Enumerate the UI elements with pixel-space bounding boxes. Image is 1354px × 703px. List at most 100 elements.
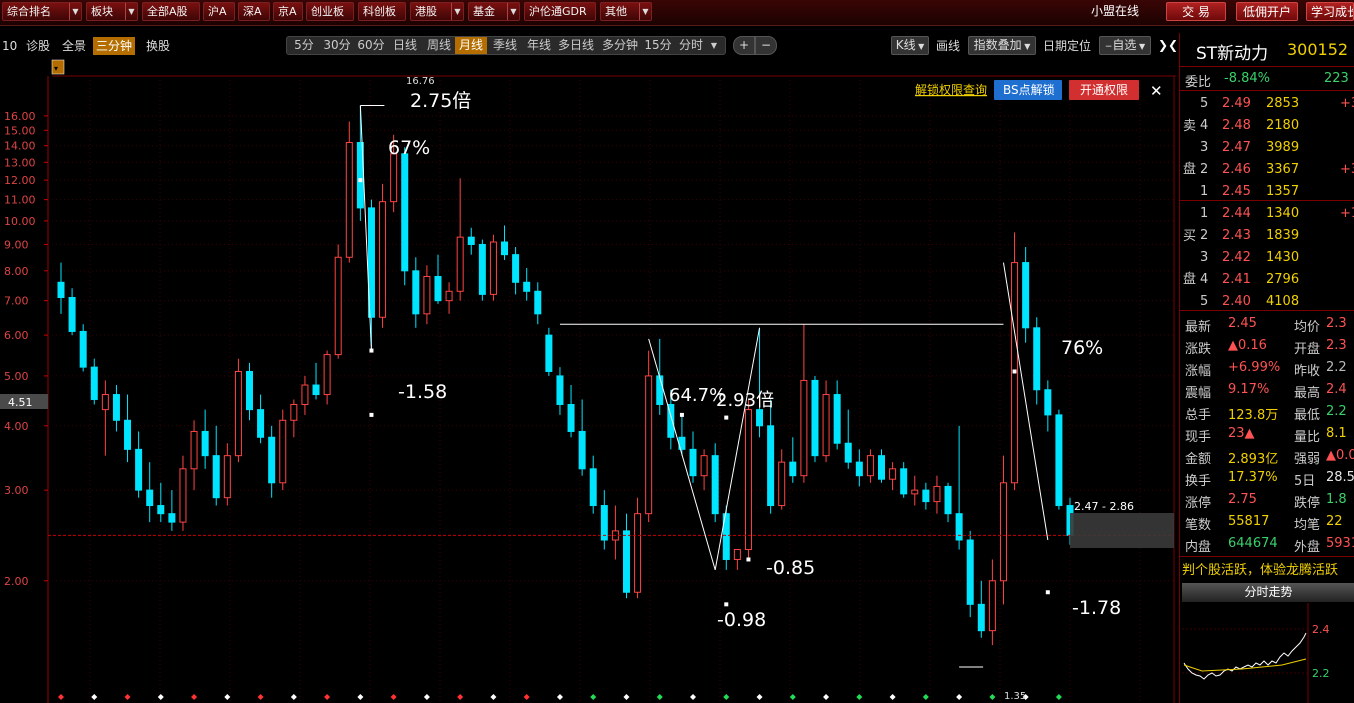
menu-label: 基金 [473, 5, 495, 18]
period-day[interactable]: 日线 [389, 37, 421, 54]
period-selector: 5分 30分 60分 日线 周线 月线 季线 年线 多日线 多分钟 15分 分时… [286, 36, 726, 55]
candle-body [711, 455, 719, 515]
buy-level-row[interactable]: 1 2.44 1340 +1 [1180, 203, 1354, 225]
candle-body [966, 539, 974, 605]
close-icon[interactable]: ✕ [1150, 82, 1163, 100]
candle[interactable] [401, 147, 409, 286]
price-range-box [1070, 513, 1174, 548]
period-year[interactable]: 年线 [523, 37, 555, 54]
level-price: 2.49 [1222, 96, 1251, 111]
toolbar-item-quanjing[interactable]: 全景 [62, 37, 86, 55]
unlock-query-link[interactable]: 解锁权限查询 [915, 82, 987, 97]
menu-label: 沪伦通GDR [529, 5, 587, 18]
signal-point [369, 412, 374, 417]
level-price: 2.40 [1222, 294, 1251, 309]
menu-hu-a[interactable]: 沪A [203, 2, 235, 21]
candle[interactable] [334, 244, 342, 359]
candle[interactable] [645, 350, 653, 523]
stat-value: 2.893亿 [1228, 452, 1279, 467]
sell-level-row[interactable]: 4 2.48 2180 [1180, 115, 1354, 137]
toolbar-item-zhengu[interactable]: 诊股 [26, 37, 50, 55]
period-15min[interactable]: 15分 [643, 37, 673, 54]
buy-level-row[interactable]: 3 2.42 1430 [1180, 247, 1354, 269]
sell-level-row[interactable]: 5 2.49 2853 +3 [1180, 93, 1354, 115]
period-intraday[interactable]: 分时 [677, 37, 705, 54]
stock-name: ST新动力 [1196, 44, 1269, 64]
date-locate-button[interactable]: 日期定位 [1043, 37, 1091, 55]
menu-zonghe[interactable]: 综合排名 ▼ [2, 2, 82, 21]
sell-level-row[interactable]: 2 2.46 3367 +3 [1180, 159, 1354, 181]
menu-jing-a[interactable]: 京A [273, 2, 303, 21]
stat-label: 均价 [1294, 320, 1321, 335]
open-account-button[interactable]: 低佣开户 [1236, 2, 1298, 21]
self-select-button[interactable]: −自选 ▼ [1099, 36, 1151, 55]
menu-chuangye[interactable]: 创业板 [306, 2, 354, 21]
y-tick-label: 3.00 [4, 484, 29, 497]
period-30min[interactable]: 30分 [321, 37, 353, 54]
candle[interactable] [1011, 232, 1019, 491]
chevron-down-icon[interactable]: ▼ [707, 37, 721, 54]
open-permission-button[interactable]: 开通权限 [1080, 83, 1128, 97]
menu-other[interactable]: 其他 ▼ [600, 2, 652, 21]
bs-unlock-button[interactable]: BS点解锁 [1003, 82, 1055, 97]
period-multiday[interactable]: 多日线 [555, 37, 597, 54]
candle[interactable] [489, 234, 497, 301]
level-number: 3 [1200, 140, 1209, 155]
candle[interactable] [966, 530, 974, 618]
menu-label: 港股 [415, 5, 437, 18]
candle-body [977, 603, 985, 632]
candle-body [201, 430, 209, 457]
toolbar-item-huangu[interactable]: 换股 [146, 37, 170, 55]
toolbar-item-sanfenzhong[interactable]: 三分钟 [93, 37, 136, 55]
menu-bankuai[interactable]: 板块 ▼ [86, 2, 138, 21]
candle[interactable] [279, 409, 287, 491]
candle[interactable] [234, 358, 242, 463]
candle[interactable] [79, 324, 87, 372]
stat-row: 震幅 9.17% 最高 2.4 [1180, 379, 1354, 401]
stat-row: 总手 123.8万 最低 2.2 [1180, 401, 1354, 423]
index-overlay-button[interactable]: 指数叠加 ▼ [968, 36, 1036, 55]
buy-level-row[interactable]: 2 2.43 1839 [1180, 225, 1354, 247]
period-60min[interactable]: 60分 [355, 37, 387, 54]
menu-ganggu[interactable]: 港股 ▼ [410, 2, 464, 21]
candle[interactable] [345, 121, 353, 263]
learn-button[interactable]: 学习成长 [1306, 2, 1354, 21]
candle-body [523, 281, 531, 292]
y-tick-label: 4.00 [4, 420, 29, 433]
candle-body [279, 419, 287, 484]
toolbar-item-10[interactable]: 10 [2, 37, 17, 55]
menu-shen-a[interactable]: 深A [238, 2, 270, 21]
collapse-panel-icon[interactable]: ❯❮ [1158, 36, 1178, 54]
period-multiminute[interactable]: 多分钟 [599, 37, 641, 54]
buy-level-row[interactable]: 4 2.41 2796 [1180, 269, 1354, 291]
period-week[interactable]: 周线 [423, 37, 455, 54]
candle[interactable] [478, 239, 486, 301]
menu-hulun[interactable]: 沪伦通GDR [524, 2, 596, 21]
level-volume: 2180 [1266, 118, 1300, 133]
period-month[interactable]: 月线 [455, 37, 487, 54]
stat-value: 2.3 [1326, 338, 1347, 353]
sell-level-row[interactable]: 3 2.47 3989 [1180, 137, 1354, 159]
kline-chart[interactable]: ▾ 16.0015.00 14.00 13.00 12.00 11.00 10.00 9.0… [0, 58, 1176, 703]
stat-label: 震幅 [1185, 386, 1212, 401]
candle[interactable] [1055, 409, 1063, 510]
menu-jijin[interactable]: 基金 ▼ [468, 2, 520, 21]
annotation-high-price: 16.76 [406, 76, 435, 87]
zoom-in-button[interactable]: + [733, 36, 755, 55]
menu-all-a[interactable]: 全部A股 [142, 2, 200, 21]
zoom-out-button[interactable]: − [755, 36, 777, 55]
period-quarter[interactable]: 季线 [489, 37, 521, 54]
candle[interactable] [545, 327, 553, 376]
stock-header: ST新动力 300152 [1180, 33, 1354, 65]
candle[interactable] [379, 183, 387, 328]
annotation-drop-4: -1.78 [1072, 597, 1121, 619]
menu-kechuang[interactable]: 科创板 [358, 2, 406, 21]
period-5min[interactable]: 5分 [289, 37, 319, 54]
ad-banner[interactable]: 判个股活跃，体验龙腾活跃 [1182, 559, 1338, 578]
intraday-tab[interactable]: 分时走势 [1182, 583, 1354, 602]
draw-line-button[interactable]: 画线 [936, 37, 960, 55]
kline-button[interactable]: K线 ▼ [891, 36, 929, 55]
signal-point [1045, 590, 1050, 595]
trade-button[interactable]: 交 易 [1166, 2, 1226, 21]
candle[interactable] [811, 375, 819, 463]
